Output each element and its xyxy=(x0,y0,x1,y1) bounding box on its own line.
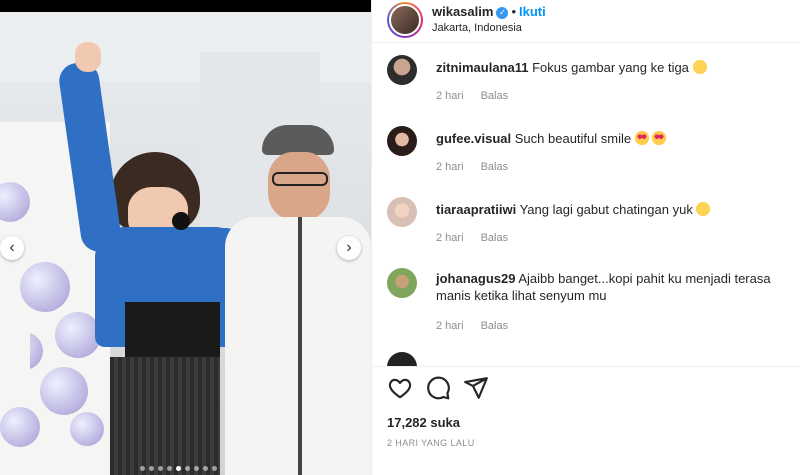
chevron-left-icon: ‹ xyxy=(9,239,15,256)
comment-time: 2 hari xyxy=(436,232,464,244)
carousel-dot xyxy=(212,466,217,471)
carousel-indicator xyxy=(140,466,217,471)
heart-icon[interactable] xyxy=(387,375,413,401)
carousel-dot xyxy=(167,466,172,471)
comment-username[interactable]: zitnimaulana11 xyxy=(436,60,528,75)
post-panel: wikasalim ✓ • Ikuti Jakarta, Indonesia zitn… xyxy=(371,0,800,475)
comment-username[interactable]: gufee.visual xyxy=(436,131,511,146)
author-username[interactable]: wikasalim xyxy=(432,4,493,19)
heart-eyes-emoji-icon xyxy=(634,131,649,145)
commenter-avatar[interactable] xyxy=(387,197,417,227)
comment-username[interactable]: johanagus29 xyxy=(436,271,515,286)
comment-time: 2 hari xyxy=(436,90,464,102)
commenter-avatar[interactable] xyxy=(387,268,417,298)
carousel-prev-button[interactable]: ‹ xyxy=(0,236,24,260)
reply-button[interactable]: Balas xyxy=(481,232,509,244)
carousel-next-button[interactable]: › xyxy=(337,236,361,260)
comment-item: zitnimaulana11 Fokus gambar yang ke tiga… xyxy=(387,55,787,115)
comment-text: Fokus gambar yang ke tiga xyxy=(532,60,689,75)
likes-count[interactable]: 17,282 suka xyxy=(387,415,460,430)
comment-text: Such beautiful smile xyxy=(514,131,632,146)
comment-time: 2 hari xyxy=(436,161,464,173)
carousel-dot xyxy=(203,466,208,471)
grinning-emoji-icon xyxy=(696,202,711,216)
heart-eyes-emoji-icon xyxy=(652,131,667,145)
post-actions: 17,282 suka 2 HARI YANG LALU xyxy=(372,366,800,475)
author-avatar[interactable] xyxy=(387,2,423,38)
comment-username[interactable]: tiaraapratiiwi xyxy=(436,202,516,217)
comment-item: tiaraapratiiwi Yang lagi gabut chatingan… xyxy=(387,197,787,257)
photo-scene xyxy=(0,12,371,475)
follow-button[interactable]: Ikuti xyxy=(519,4,546,19)
post-timestamp: 2 HARI YANG LALU xyxy=(387,438,475,448)
carousel-dot xyxy=(149,466,154,471)
post-location[interactable]: Jakarta, Indonesia xyxy=(432,22,522,34)
reply-button[interactable]: Balas xyxy=(481,320,509,332)
send-icon[interactable] xyxy=(463,375,489,401)
reply-button[interactable]: Balas xyxy=(481,90,509,102)
laughing-emoji-icon xyxy=(692,60,707,74)
comment-item: gufee.visual Such beautiful smile 2 hari… xyxy=(387,126,787,186)
post-header: wikasalim ✓ • Ikuti Jakarta, Indonesia xyxy=(372,0,800,43)
carousel-dot xyxy=(176,466,181,471)
chevron-right-icon: › xyxy=(346,239,352,256)
carousel-dot xyxy=(185,466,190,471)
comment-icon[interactable] xyxy=(425,375,451,401)
carousel-dot xyxy=(140,466,145,471)
comment-list: zitnimaulana11 Fokus gambar yang ke tiga… xyxy=(372,44,800,366)
reply-button[interactable]: Balas xyxy=(481,161,509,173)
verified-icon: ✓ xyxy=(496,6,509,19)
separator-dot: • xyxy=(511,4,516,19)
post-photo[interactable]: ‹ › xyxy=(0,0,371,475)
commenter-avatar[interactable] xyxy=(387,55,417,85)
carousel-dot xyxy=(194,466,199,471)
comment-text: Yang lagi gabut chatingan yuk xyxy=(519,202,693,217)
author-line: wikasalim ✓ • Ikuti xyxy=(432,4,546,19)
commenter-avatar[interactable] xyxy=(387,126,417,156)
comment-item: johanagus29 Ajaibb banget...kopi pahit k… xyxy=(387,268,787,348)
commenter-avatar xyxy=(387,352,417,366)
carousel-dot xyxy=(158,466,163,471)
comment-time: 2 hari xyxy=(436,320,464,332)
